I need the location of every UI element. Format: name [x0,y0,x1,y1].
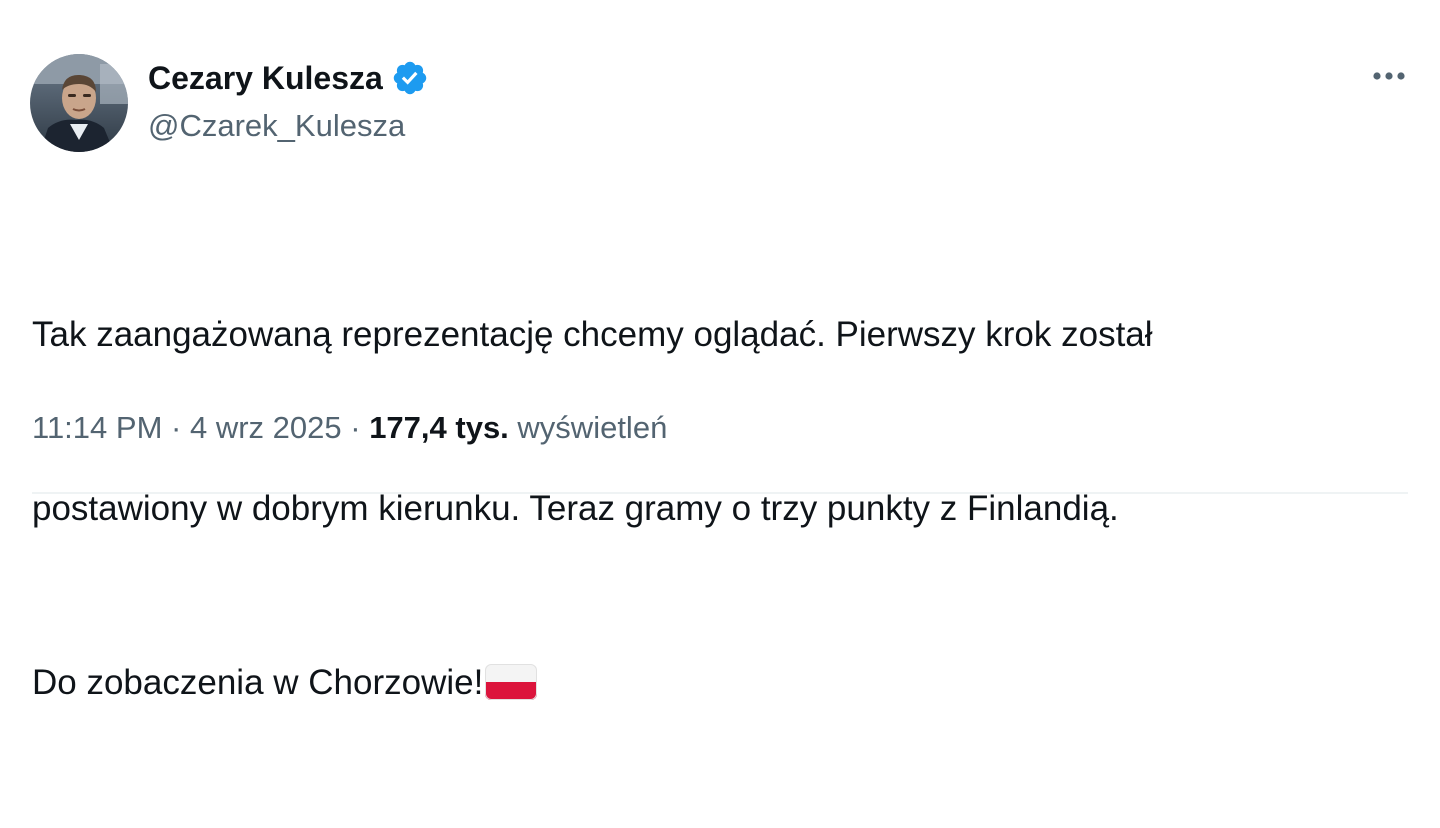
meta-separator: · [350,410,361,445]
tweet-text-line: Tak zaangażowaną reprezentację chcemy og… [32,315,1153,354]
avatar-image [30,54,128,152]
poland-flag-icon [485,660,538,700]
tweet-date[interactable]: 4 wrz 2025 [190,410,342,445]
more-options-button[interactable] [1368,60,1410,92]
tweet-text-line: Do zobaczenia w Chorzowie! [32,663,484,702]
tweet-meta: 11:14 PM · 4 wrz 2025 · 177,4 tys. wyświ… [32,404,667,452]
verified-badge-icon[interactable] [391,59,429,97]
author-handle[interactable]: @Czarek_Kulesza [148,104,429,148]
tweet-text-line: postawiony w dobrym kierunku. Teraz gram… [32,489,1119,528]
author-name-row: Cezary Kulesza [148,56,429,100]
views-label: wyświetleń [517,410,668,445]
tweet-text: Tak zaangażowaną reprezentację chcemy og… [32,190,1412,828]
tweet-text-line-last: Do zobaczenia w Chorzowie! [32,654,1412,712]
meta-separator: · [171,410,182,445]
tweet-card: Cezary Kulesza @Czarek_Kulesza Tak zaang… [0,0,1440,702]
author-block: Cezary Kulesza @Czarek_Kulesza [148,56,429,148]
views-count: 177,4 tys. [369,410,509,445]
more-horizontal-icon [1373,72,1405,80]
author-display-name[interactable]: Cezary Kulesza [148,56,383,100]
tweet-time[interactable]: 11:14 PM [32,410,162,445]
avatar[interactable] [30,54,128,152]
divider [32,492,1408,494]
